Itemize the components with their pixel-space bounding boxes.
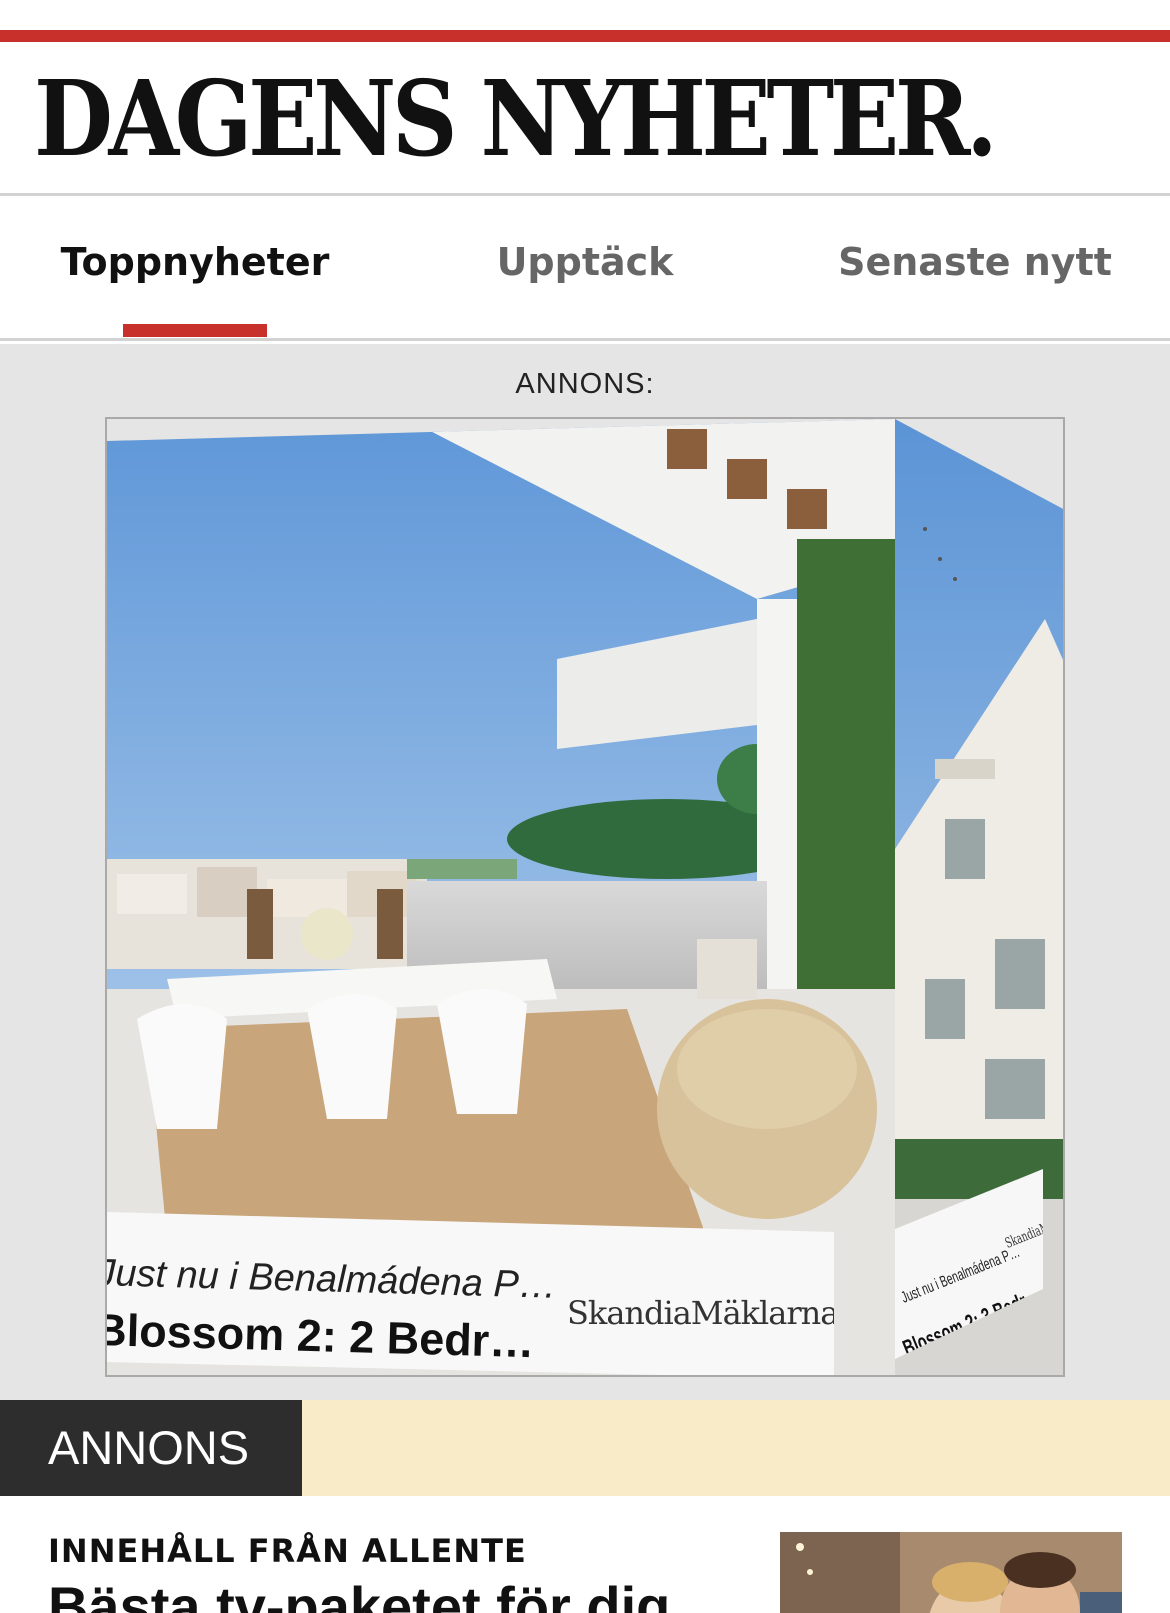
article-headline[interactable]: Bästa tv-paketet för dig [48,1574,670,1613]
sponsored-band: ANNONS [0,1400,1170,1496]
tab-toppnyheter[interactable]: Toppnyheter [61,196,330,338]
ad-brand-logo: SkandiaMäklarna [567,1294,834,1332]
article-kicker: INNEHÅLL FRÅN ALLENTE [48,1532,527,1570]
ad-front-subtitle: Just nu i Benalmádena P… [107,1252,558,1307]
ad-front-caption[interactable]: Just nu i Benalmádena P… Blossom 2: 2 Be… [107,1212,834,1375]
masthead: DAGENS NYHETER. [0,42,1170,196]
ad-front-title: Blossom 2: 2 Bedr… [107,1304,535,1368]
section-tabs: Toppnyheter Upptäck Senaste nytt [0,196,1170,341]
tab-senaste-nytt[interactable]: Senaste nytt [838,196,1112,338]
ad-label: ANNONS: [515,368,655,400]
site-logo[interactable]: DAGENS NYHETER. [34,64,998,174]
ad-front-face[interactable]: Just nu i Benalmádena P… Blossom 2: 2 Be… [107,419,895,1375]
cube-ad[interactable]: Just nu i Benalmádena P… Blossom 2: 2 Be… [105,417,1065,1377]
advertisement-area: ANNONS: Just nu i Benalmádena P… Blossom… [0,344,1170,1400]
annons-badge[interactable]: ANNONS [0,1400,302,1496]
sponsored-article[interactable]: INNEHÅLL FRÅN ALLENTE Bästa tv-paketet f… [0,1496,1170,1613]
ad-side-brand: SkandiaMäklarna [1003,1206,1043,1252]
article-thumbnail[interactable] [780,1532,1122,1613]
active-tab-indicator [123,324,267,337]
tab-upptack[interactable]: Upptäck [460,196,710,338]
top-accent-bar [0,30,1170,42]
